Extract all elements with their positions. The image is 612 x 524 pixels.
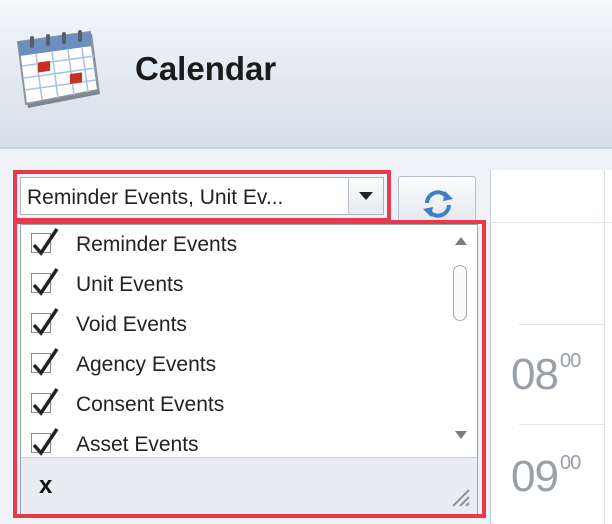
hour-divider: [519, 324, 604, 325]
app-header: Calendar: [0, 0, 612, 148]
list-item-label: Consent Events: [76, 393, 225, 416]
list-item[interactable]: Unit Events: [21, 265, 441, 305]
event-filter-value: Reminder Events, Unit Ev...: [27, 186, 284, 209]
list-item-label: Asset Events: [76, 433, 199, 456]
event-filter-combo[interactable]: Reminder Events, Unit Ev...: [20, 177, 384, 215]
minute-value: 00: [559, 350, 581, 373]
refresh-button[interactable]: [398, 176, 476, 222]
time-column-divider: [604, 170, 605, 524]
list-scrollbar[interactable]: [449, 229, 473, 453]
day-header-divider: [491, 222, 612, 223]
refresh-icon: [423, 190, 453, 218]
hour-label-08: 08 00: [511, 350, 581, 400]
chevron-down-icon: [359, 192, 373, 200]
header-divider: [0, 147, 612, 149]
checkmark-icon: [32, 268, 59, 296]
checkbox[interactable]: [31, 388, 59, 416]
day-view[interactable]: 08 00 09 00: [490, 170, 612, 524]
event-type-dropdown[interactable]: Reminder Events Unit Events Void Events …: [20, 224, 478, 514]
list-item[interactable]: Asset Events: [21, 425, 441, 457]
list-item-label: Void Events: [76, 313, 187, 336]
list-item-label: Agency Events: [76, 353, 217, 376]
checkmark-icon: [32, 348, 59, 376]
hour-value: 08: [511, 350, 559, 399]
list-item[interactable]: Consent Events: [21, 385, 441, 425]
calendar-icon: [6, 28, 106, 116]
minute-value: 00: [559, 452, 581, 475]
hour-value: 09: [511, 452, 559, 501]
list-item[interactable]: Void Events: [21, 305, 441, 345]
checkbox[interactable]: [31, 428, 59, 456]
list-item[interactable]: Agency Events: [21, 345, 441, 385]
list-item-label: Unit Events: [76, 273, 184, 296]
resize-grip-icon[interactable]: [449, 486, 471, 508]
list-item-label: Reminder Events: [76, 233, 238, 256]
dropdown-footer: x: [21, 457, 477, 514]
list-item[interactable]: Reminder Events: [21, 225, 441, 265]
checkbox[interactable]: [31, 308, 59, 336]
hour-label-09: 09 00: [511, 452, 581, 502]
hour-divider: [519, 424, 604, 425]
close-button[interactable]: x: [39, 472, 52, 500]
scroll-down-icon[interactable]: [455, 431, 467, 439]
checkmark-icon: [32, 228, 59, 256]
scroll-up-icon[interactable]: [455, 237, 467, 245]
scroll-thumb[interactable]: [453, 265, 467, 321]
checkmark-icon: [32, 308, 59, 336]
event-type-list[interactable]: Reminder Events Unit Events Void Events …: [21, 225, 441, 457]
page-title: Calendar: [135, 50, 277, 87]
checkbox[interactable]: [31, 228, 59, 256]
checkmark-icon: [32, 388, 59, 416]
checkbox[interactable]: [31, 268, 59, 296]
checkbox[interactable]: [31, 348, 59, 376]
checkmark-icon: [32, 428, 59, 456]
combo-dropdown-button[interactable]: [348, 178, 383, 214]
